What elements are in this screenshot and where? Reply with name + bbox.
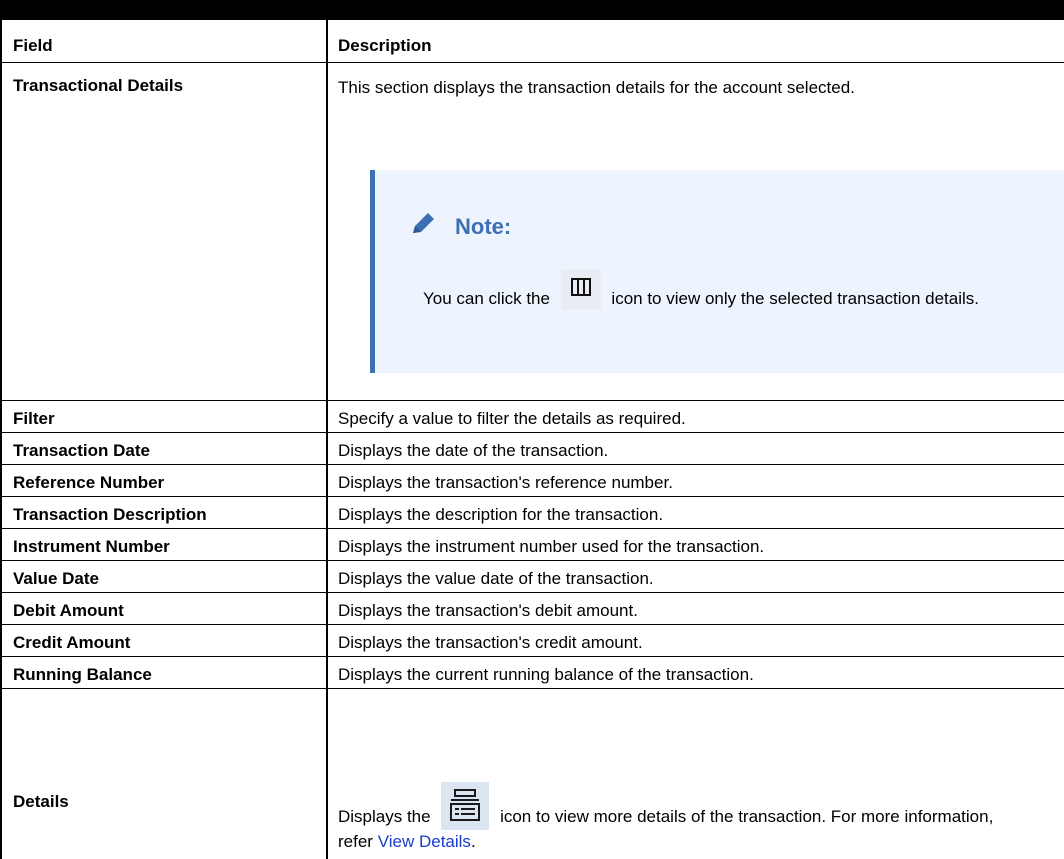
table-left-border bbox=[0, 20, 2, 859]
view-details-link[interactable]: View Details bbox=[378, 832, 471, 851]
table-row: Debit Amount Displays the transaction's … bbox=[0, 592, 1064, 624]
table-row: Instrument Number Displays the instrumen… bbox=[0, 528, 1064, 560]
note-callout: Note: You can click the icon to view onl… bbox=[370, 170, 1064, 373]
field-description: Displays the current running balance of … bbox=[338, 665, 754, 684]
table-row: Transaction Date Displays the date of th… bbox=[0, 432, 1064, 464]
field-name: Reference Number bbox=[13, 473, 165, 492]
field-description: Displays the transaction's credit amount… bbox=[338, 633, 643, 652]
table-column-divider bbox=[326, 20, 328, 859]
note-text: You can click the icon to view only the … bbox=[423, 270, 1043, 311]
field-name: Transaction Description bbox=[13, 505, 207, 524]
field-name: Transaction Date bbox=[13, 441, 150, 460]
field-description: Specify a value to filter the details as… bbox=[338, 409, 686, 428]
table-header-row: Field Description bbox=[0, 20, 1064, 62]
field-name: Instrument Number bbox=[13, 537, 170, 556]
header-description: Description bbox=[338, 36, 432, 55]
table-row: Details Displays the icon to view more d… bbox=[0, 688, 1064, 859]
field-description: This section displays the transaction de… bbox=[338, 78, 855, 97]
pencil-icon bbox=[413, 213, 434, 233]
field-name: Transactional Details bbox=[13, 76, 184, 95]
field-description: Displays the transaction's debit amount. bbox=[338, 601, 638, 620]
field-name: Debit Amount bbox=[13, 601, 124, 620]
top-border-bar bbox=[0, 0, 1064, 20]
field-name: Details bbox=[13, 792, 69, 811]
details-card-icon bbox=[441, 782, 490, 830]
field-name: Value Date bbox=[13, 569, 99, 588]
note-title: Note: bbox=[455, 214, 512, 239]
field-description: Displays the date of the transaction. bbox=[338, 441, 609, 460]
table-row: Transaction Description Displays the des… bbox=[0, 496, 1064, 528]
table-row: Reference Number Displays the transactio… bbox=[0, 464, 1064, 496]
details-text-before: Displays the bbox=[338, 807, 431, 826]
field-description: Displays the icon to view more details o… bbox=[338, 782, 1028, 854]
field-name: Filter bbox=[13, 409, 55, 428]
columns-icon bbox=[560, 270, 601, 310]
field-name: Running Balance bbox=[13, 665, 152, 684]
table-row: Running Balance Displays the current run… bbox=[0, 656, 1064, 688]
table-row: Filter Specify a value to filter the det… bbox=[0, 400, 1064, 432]
table-row: Credit Amount Displays the transaction's… bbox=[0, 624, 1064, 656]
header-field: Field bbox=[13, 36, 53, 55]
field-description: Displays the value date of the transacti… bbox=[338, 569, 654, 588]
field-name: Credit Amount bbox=[13, 633, 131, 652]
field-description: Displays the instrument number used for … bbox=[338, 537, 765, 556]
table-row: Value Date Displays the value date of th… bbox=[0, 560, 1064, 592]
field-description: Displays the description for the transac… bbox=[338, 505, 664, 524]
field-description: Displays the transaction's reference num… bbox=[338, 473, 673, 492]
